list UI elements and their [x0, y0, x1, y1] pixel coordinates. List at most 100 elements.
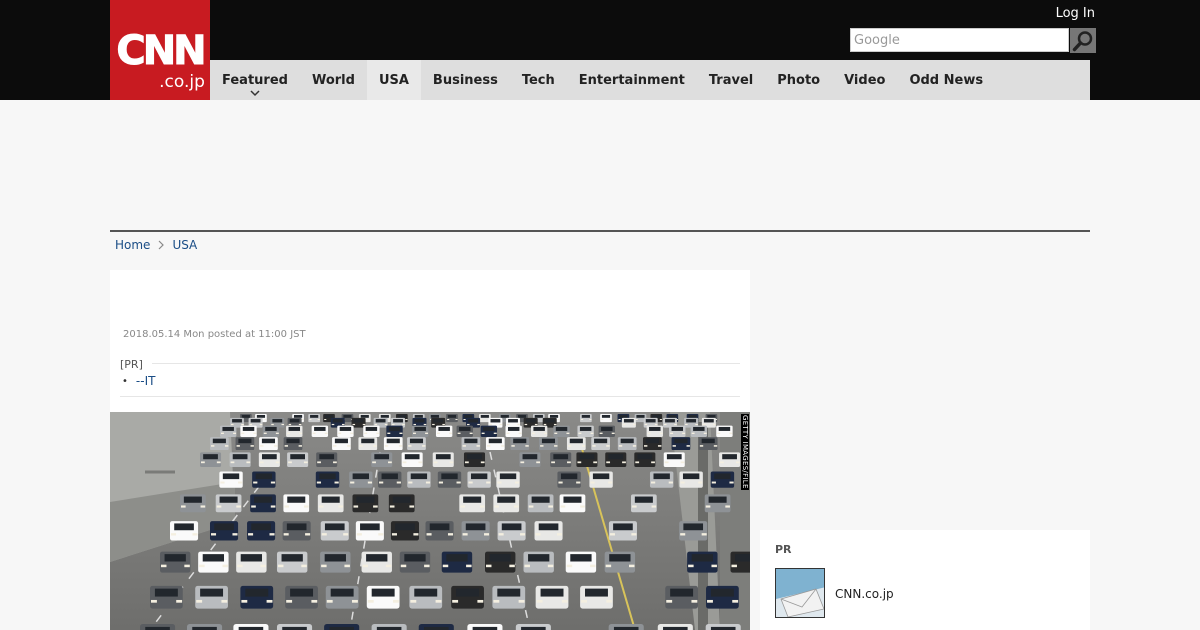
car-shape [386, 425, 403, 437]
pr-label: [PR] [120, 358, 143, 371]
search-input[interactable] [850, 28, 1069, 52]
car-shape [399, 551, 431, 573]
car-shape [519, 452, 541, 467]
car-shape [236, 551, 267, 573]
car-shape [407, 471, 431, 488]
car-shape [170, 521, 199, 541]
login-link[interactable]: Log In [1056, 6, 1095, 21]
car-shape [215, 494, 242, 513]
nav-item-travel[interactable]: Travel [697, 60, 765, 100]
car-shape [180, 494, 206, 513]
breadcrumb-usa[interactable]: USA [172, 238, 197, 252]
car-shape [366, 585, 400, 609]
section-divider [110, 230, 1090, 232]
chevron-down-icon [250, 90, 260, 97]
car-shape [553, 425, 570, 437]
car-shape [311, 425, 329, 437]
car-shape [646, 425, 663, 437]
car-shape [485, 551, 516, 573]
pr-box-link[interactable]: CNN.co.jp [835, 587, 894, 601]
car-shape [140, 624, 176, 630]
car-shape [480, 425, 498, 437]
cnn-logo[interactable]: CNN .co.jp [110, 0, 210, 100]
car-shape [467, 471, 491, 488]
svg-text:.co.jp: .co.jp [159, 72, 205, 92]
car-shape [690, 425, 708, 437]
nav-item-photo[interactable]: Photo [765, 60, 832, 100]
car-shape [576, 452, 598, 467]
car-shape [250, 494, 276, 513]
car-shape [451, 585, 484, 609]
car-shape [317, 494, 344, 513]
car-shape [401, 452, 423, 467]
car-shape [320, 551, 351, 573]
car-shape [425, 521, 454, 541]
car-shape [247, 521, 276, 541]
main-nav: Featured World USA Business Tech Enterta… [210, 60, 1090, 100]
car-shape [523, 551, 554, 573]
car-shape [320, 521, 349, 541]
sidebar-pr-box: PR CNN.co.jp [760, 530, 1090, 630]
search-button[interactable] [1070, 28, 1096, 53]
car-shape [435, 425, 453, 437]
car-shape [407, 437, 426, 451]
car-shape [287, 452, 309, 467]
car-shape [510, 437, 530, 451]
car-shape [352, 494, 379, 513]
car-shape [621, 417, 636, 428]
car-shape [262, 425, 280, 437]
photo-credit: GETTY IMAGES/FILE [741, 414, 749, 490]
car-shape [589, 471, 613, 488]
car-shape [493, 494, 520, 513]
car-shape [687, 551, 718, 573]
car-shape [550, 452, 572, 467]
car-shape [446, 414, 458, 423]
car-shape [337, 425, 354, 437]
car-shape [608, 521, 637, 541]
nav-item-entertainment[interactable]: Entertainment [567, 60, 697, 100]
car-shape [219, 471, 243, 488]
cnn-logo-mark: CNN .co.jp [116, 28, 207, 93]
car-shape [308, 414, 321, 423]
car-shape [461, 521, 490, 541]
chevron-right-icon [159, 240, 165, 250]
car-shape [559, 494, 586, 513]
car-shape [324, 624, 360, 630]
nav-item-tech[interactable]: Tech [510, 60, 567, 100]
car-shape [642, 437, 662, 451]
car-shape [515, 624, 551, 630]
car-shape [719, 452, 741, 467]
pr-link[interactable]: --IT [136, 374, 156, 388]
car-shape [209, 521, 239, 541]
nav-item-featured[interactable]: Featured [210, 60, 300, 100]
car-shape [580, 585, 613, 609]
car-shape [649, 471, 674, 488]
car-shape [591, 437, 610, 451]
car-shape [355, 521, 384, 541]
car-shape [456, 425, 473, 437]
car-shape [600, 414, 612, 423]
nav-item-odd-news[interactable]: Odd News [897, 60, 995, 100]
car-shape [195, 585, 228, 609]
car-shape [557, 471, 581, 488]
car-shape [349, 471, 373, 488]
nav-item-video[interactable]: Video [832, 60, 897, 100]
pr-thumbnail[interactable] [775, 568, 825, 618]
car-shape [577, 425, 594, 437]
nav-item-usa[interactable]: USA [366, 60, 421, 100]
car-shape [441, 551, 473, 573]
breadcrumb-home[interactable]: Home [115, 238, 150, 252]
car-shape [286, 425, 303, 437]
nav-item-business[interactable]: Business [421, 60, 510, 100]
car-shape [411, 425, 429, 437]
car-shape [409, 585, 443, 609]
car-shape [210, 437, 229, 451]
car-shape [371, 452, 393, 467]
car-shape [730, 551, 750, 573]
car-shape [665, 585, 699, 609]
article-card: 2018.05.14 Mon posted at 11:00 JST [PR] … [110, 270, 750, 630]
car-shape [315, 471, 340, 488]
nav-item-world[interactable]: World [300, 60, 367, 100]
car-shape [605, 452, 627, 467]
car-shape [527, 494, 554, 513]
